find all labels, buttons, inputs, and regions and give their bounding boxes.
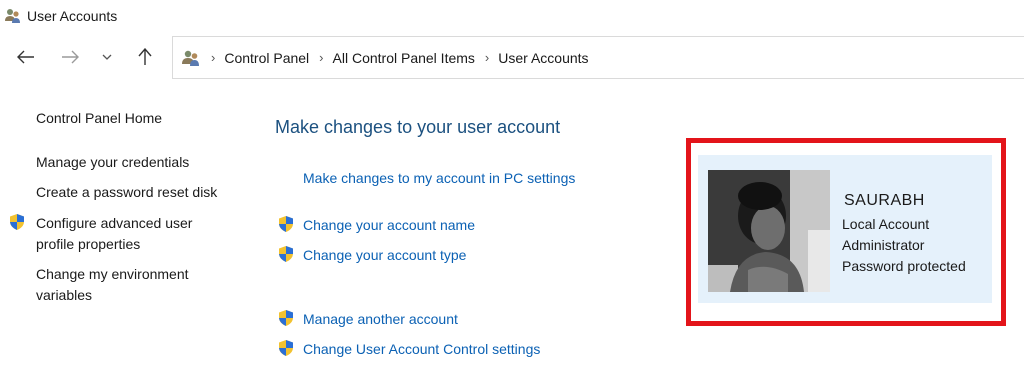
account-type: Local Account <box>842 216 930 232</box>
navigation-bar: › Control Panel › All Control Panel Item… <box>0 36 1024 80</box>
uac-shield-icon <box>279 216 293 232</box>
breadcrumb-separator-icon[interactable]: › <box>319 50 323 65</box>
sidebar-link-environment-variables[interactable]: Change my environment <box>36 264 189 285</box>
task-link-change-account-name[interactable]: Change your account name <box>303 216 475 234</box>
account-card: SAURABH Local Account Administrator Pass… <box>698 155 992 303</box>
breadcrumb-all-items[interactable]: All Control Panel Items <box>333 50 475 66</box>
sidebar-link-control-panel-home[interactable]: Control Panel Home <box>36 108 162 129</box>
sidebar-link-manage-credentials[interactable]: Manage your credentials <box>36 152 189 173</box>
up-button[interactable] <box>132 44 158 70</box>
chevron-down-icon <box>102 54 112 60</box>
account-name: SAURABH <box>844 192 925 209</box>
back-button[interactable] <box>13 44 39 70</box>
account-role: Administrator <box>842 237 925 253</box>
arrow-up-icon <box>138 48 152 65</box>
arrow-right-icon <box>62 50 79 64</box>
uac-shield-icon <box>279 310 293 326</box>
task-link-change-account-type[interactable]: Change your account type <box>303 246 466 264</box>
uac-shield-icon <box>279 246 293 262</box>
breadcrumb-separator-icon[interactable]: › <box>485 50 489 65</box>
arrow-left-icon <box>17 50 34 64</box>
avatar <box>708 170 830 292</box>
uac-shield-icon <box>279 340 293 356</box>
recent-locations-button[interactable] <box>95 44 119 70</box>
uac-shield-icon <box>10 214 24 230</box>
users-icon <box>182 50 199 66</box>
task-link-manage-another-account[interactable]: Manage another account <box>303 310 458 328</box>
breadcrumb-control-panel[interactable]: Control Panel <box>224 50 309 66</box>
title-bar: User Accounts <box>0 0 1024 32</box>
task-link-pc-settings[interactable]: Make changes to my account in PC setting… <box>303 169 575 187</box>
address-bar[interactable]: › Control Panel › All Control Panel Item… <box>172 36 1024 79</box>
window-title: User Accounts <box>27 8 118 24</box>
sidebar-link-environment-variables-line2[interactable]: variables <box>36 285 92 306</box>
breadcrumb-separator-icon[interactable]: › <box>211 50 215 65</box>
breadcrumb-user-accounts[interactable]: User Accounts <box>498 50 588 66</box>
sidebar-link-password-reset-disk[interactable]: Create a password reset disk <box>36 182 217 203</box>
page-heading: Make changes to your user account <box>275 117 561 137</box>
account-password-status: Password protected <box>842 258 966 274</box>
forward-button[interactable] <box>57 44 83 70</box>
sidebar-link-advanced-profile[interactable]: Configure advanced user <box>36 213 192 234</box>
sidebar-link-advanced-profile-line2[interactable]: profile properties <box>36 234 140 255</box>
task-link-uac-settings[interactable]: Change User Account Control settings <box>303 340 540 358</box>
users-icon <box>5 9 20 23</box>
